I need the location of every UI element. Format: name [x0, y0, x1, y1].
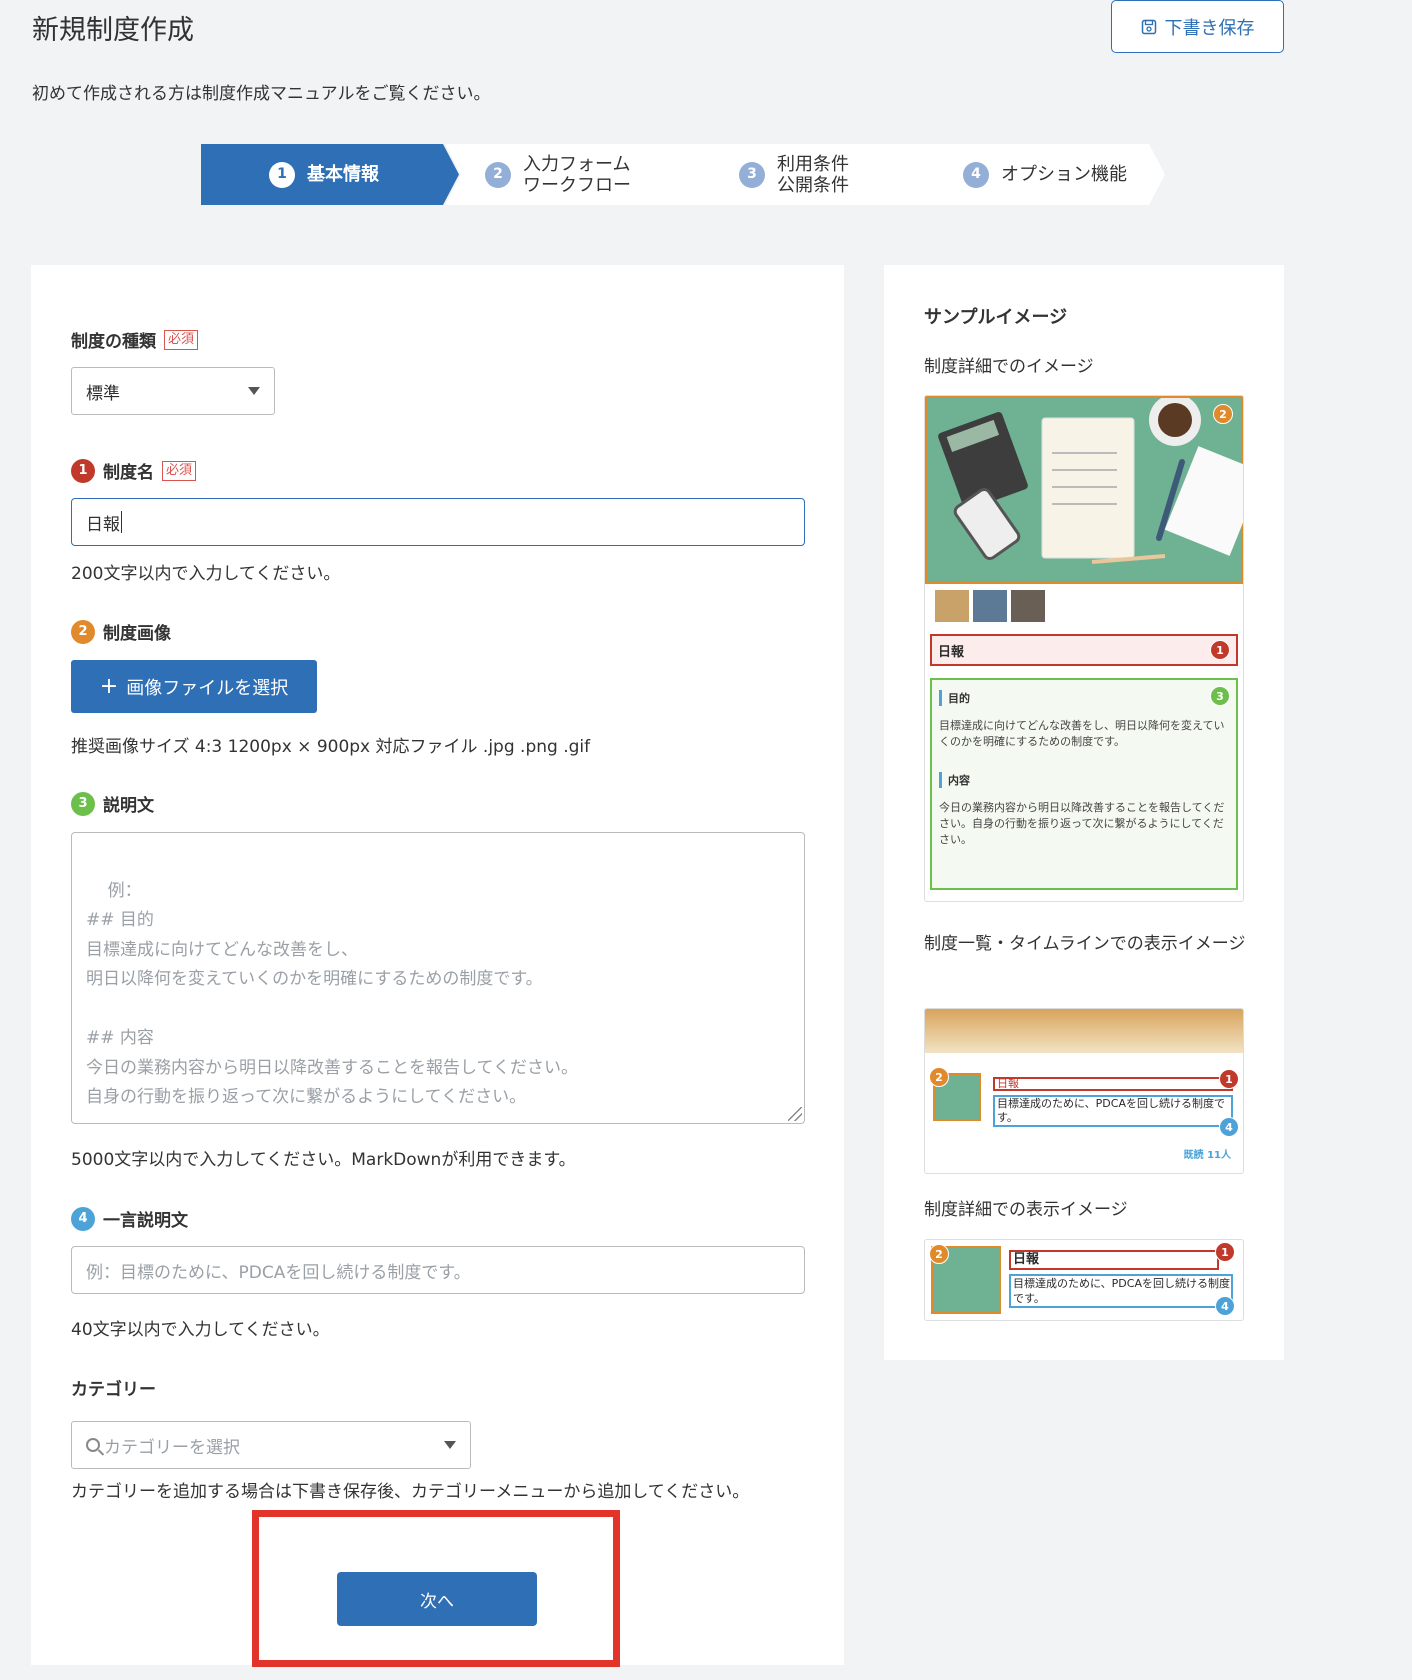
system-type-select[interactable]: 標準	[71, 367, 275, 415]
marker-4-badge: 4	[71, 1206, 95, 1231]
step-basic-info[interactable]: 1 基本情報	[201, 144, 459, 205]
list-desc-box: 目標達成のために、PDCAを回し続ける制度です。	[993, 1095, 1233, 1127]
preview-purpose-text: 目標達成に向けてどんな改善をし、明日以降何を変えていくのかを明確にするための制度…	[939, 719, 1225, 748]
marker-1-badge: 1	[1219, 1069, 1239, 1089]
step-label: オプション機能	[1001, 164, 1127, 185]
save-draft-label: 下書き保存	[1164, 17, 1255, 39]
preview-name-box: 日報 1	[930, 634, 1238, 666]
detail2-image-label: 制度詳細での表示イメージ	[924, 1200, 1128, 1220]
step-label: 基本情報	[307, 164, 379, 185]
marker-2-badge: 2	[929, 1244, 949, 1264]
detail2-preview-name: 日報	[1013, 1252, 1040, 1267]
step-label: 利用条件	[777, 153, 849, 175]
category-help: カテゴリーを追加する場合は下書き保存後、カテゴリーメニューから追加してください。	[71, 1482, 750, 1502]
list-preview-desc: 目標達成のために、PDCAを回し続ける制度です。	[997, 1097, 1225, 1124]
short-desc-placeholder: 例：目標のために、PDCAを回し続ける制度です。	[86, 1262, 471, 1283]
step-number: 4	[963, 162, 989, 188]
category-placeholder: カテゴリーを選択	[104, 1437, 240, 1458]
basic-info-form: 制度の種類 必須 標準 1 制度名 必須 日報 200文字以内で入力してください。 …	[31, 265, 844, 1665]
text-cursor	[121, 511, 122, 533]
description-placeholder: 例： ## 目的 目標達成に向けてどんな改善をし、 明日以降何を変えていくのかを…	[86, 880, 578, 1108]
preview-purpose-head: 目的	[939, 690, 1229, 706]
marker-1-badge: 1	[71, 458, 95, 483]
type-label: 制度の種類 必須	[71, 327, 199, 352]
plus-icon: +	[99, 673, 119, 699]
short-desc-help: 40文字以内で入力してください。	[71, 1320, 330, 1340]
save-draft-button[interactable]: 下書き保存	[1111, 0, 1284, 53]
step-input-form[interactable]: 2 入力フォーム ワークフロー	[445, 144, 701, 205]
chevron-down-icon	[248, 387, 260, 395]
next-button[interactable]: 次へ	[337, 1572, 537, 1626]
sample-title: サンプルイメージ	[924, 307, 1068, 328]
pasta-image	[925, 1009, 1243, 1053]
select-image-label: 画像ファイルを選択	[126, 677, 289, 699]
system-name-input[interactable]: 日報	[71, 498, 805, 546]
description-textarea[interactable]: 例： ## 目的 目標達成に向けてどんな改善をし、 明日以降何を変えていくのかを…	[71, 832, 805, 1124]
search-icon	[86, 1438, 100, 1452]
list-image-label: 制度一覧・タイムラインでの表示イメージ	[924, 934, 1246, 954]
list-preview-name: 日報	[997, 1077, 1019, 1090]
step-number: 2	[485, 162, 511, 188]
short-desc-input[interactable]: 例：目標のために、PDCAを回し続ける制度です。	[71, 1246, 805, 1294]
category-select[interactable]: カテゴリーを選択	[71, 1421, 471, 1469]
preview-description-box: 3 目的 目標達成に向けてどんな改善をし、明日以降何を変えていくのかを明確にする…	[930, 678, 1238, 890]
name-help: 200文字以内で入力してください。	[71, 564, 341, 584]
marker-2-badge: 2	[1213, 404, 1233, 424]
manual-notice: 初めて作成される方は制度作成マニュアルをご覧ください。	[32, 84, 491, 104]
marker-3-badge: 3	[71, 791, 95, 816]
category-label: カテゴリー	[71, 1380, 156, 1400]
step-indicator: 1 基本情報 2 入力フォーム ワークフロー 3 利用条件 公開条件 4 オプション…	[201, 144, 1165, 205]
thumbnail-strip	[925, 584, 1243, 628]
step-label-sub: ワークフロー	[523, 174, 631, 196]
marker-2-badge: 2	[929, 1067, 949, 1087]
description-help: 5000文字以内で入力してください。MarkDownが利用できます。	[71, 1150, 576, 1170]
step-label: 入力フォーム	[523, 153, 631, 175]
system-name-value: 日報	[86, 514, 120, 535]
illustration-icon	[938, 396, 1243, 564]
detail2-preview: 2 日報 1 目標達成のために、PDCAを回し続ける制度です。 4	[924, 1239, 1244, 1321]
image-label: 2 制度画像	[71, 619, 171, 644]
preview-content-text: 今日の業務内容から明日以降改善することを報告してください。自身の行動を振り返って…	[939, 801, 1225, 846]
name-label: 1 制度名 必須	[71, 458, 197, 483]
marker-1-badge: 1	[1215, 1242, 1235, 1262]
short-desc-label: 4 一言説明文	[71, 1206, 188, 1231]
thumbnail-image	[1011, 590, 1045, 622]
step-number: 3	[739, 162, 765, 188]
preview-name: 日報	[938, 644, 965, 660]
marker-3-badge: 3	[1210, 686, 1230, 706]
save-icon	[1141, 19, 1156, 34]
preview-content-head: 内容	[939, 772, 1229, 788]
system-type-value: 標準	[86, 383, 120, 404]
list-preview: 2 日報 1 目標達成のために、PDCAを回し続ける制度です。 4 既読 11人	[924, 1008, 1244, 1174]
marker-4-badge: 4	[1215, 1296, 1235, 1316]
resize-handle-icon[interactable]	[788, 1107, 802, 1121]
marker-4-badge: 4	[1219, 1117, 1239, 1137]
detail2-desc-box: 目標達成のために、PDCAを回し続ける制度です。	[1009, 1274, 1233, 1308]
detail2-name-box: 日報	[1009, 1250, 1219, 1270]
read-count: 既読 11人	[1183, 1150, 1231, 1161]
required-tag: 必須	[164, 329, 199, 350]
image-help: 推奨画像サイズ 4:3 1200px × 900px 対応ファイル .jpg .…	[71, 737, 591, 757]
thumbnail-image	[935, 590, 969, 622]
description-label: 3 説明文	[71, 791, 154, 816]
detail-image-label: 制度詳細でのイメージ	[924, 357, 1094, 377]
desk-illustration: 2	[925, 396, 1243, 584]
step-usage-conditions[interactable]: 3 利用条件 公開条件	[685, 144, 935, 205]
page-title: 新規制度作成	[32, 15, 194, 46]
step-options[interactable]: 4 オプション機能	[919, 144, 1165, 205]
required-tag: 必須	[162, 460, 197, 481]
detail2-preview-desc: 目標達成のために、PDCAを回し続ける制度です。	[1013, 1277, 1230, 1305]
step-label-sub: 公開条件	[777, 174, 849, 196]
list-name-box: 日報	[993, 1077, 1233, 1091]
marker-2-badge: 2	[71, 619, 95, 644]
step-number: 1	[269, 162, 295, 188]
chevron-down-icon	[444, 1441, 456, 1449]
sample-image-panel: サンプルイメージ 制度詳細でのイメージ 2 日報 1 3 目的 目標達成に向けて…	[884, 265, 1284, 1360]
marker-1-badge: 1	[1210, 640, 1230, 660]
detail-preview: 2 日報 1 3 目的 目標達成に向けてどんな改善をし、明日以降何を変えていくの…	[924, 395, 1244, 902]
select-image-button[interactable]: + 画像ファイルを選択	[71, 660, 317, 713]
thumbnail-image	[973, 590, 1007, 622]
